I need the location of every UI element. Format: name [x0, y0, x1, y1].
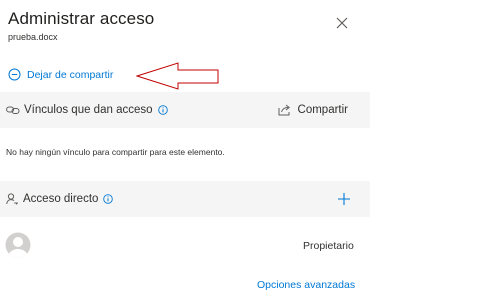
links-section-header: Vínculos que dan acceso Compartir: [0, 92, 370, 128]
links-section-label: Vínculos que dan acceso: [24, 104, 153, 116]
no-links-message: No hay ningún vínculo para compartir par…: [6, 147, 225, 157]
add-direct-access-button[interactable]: [336, 191, 352, 207]
close-button[interactable]: [334, 15, 350, 31]
annotation-arrow: [136, 62, 219, 90]
file-name: prueba.docx: [8, 32, 58, 42]
manage-access-panel: Administrar acceso prueba.docx Dejar de …: [0, 0, 370, 302]
circle-minus-icon: [8, 68, 21, 81]
advanced-options-link[interactable]: Opciones avanzadas: [257, 279, 355, 291]
owner-role: Propietario: [303, 240, 354, 252]
info-icon[interactable]: [103, 194, 114, 204]
share-label: Compartir: [297, 104, 348, 116]
person-key-icon: [6, 193, 19, 205]
share-icon: [278, 104, 291, 116]
stop-sharing-button[interactable]: Dejar de compartir: [8, 68, 113, 81]
direct-access-label: Acceso directo: [23, 193, 99, 205]
close-icon: [336, 17, 348, 29]
plus-icon: [338, 193, 350, 205]
dialog-title: Administrar acceso: [8, 9, 155, 28]
stop-sharing-label: Dejar de compartir: [27, 68, 114, 81]
share-button[interactable]: Compartir: [278, 92, 348, 128]
direct-access-header: Acceso directo: [0, 181, 370, 217]
info-icon[interactable]: [157, 105, 168, 115]
person-avatar-icon: [5, 232, 31, 258]
link-icon: [6, 105, 20, 115]
